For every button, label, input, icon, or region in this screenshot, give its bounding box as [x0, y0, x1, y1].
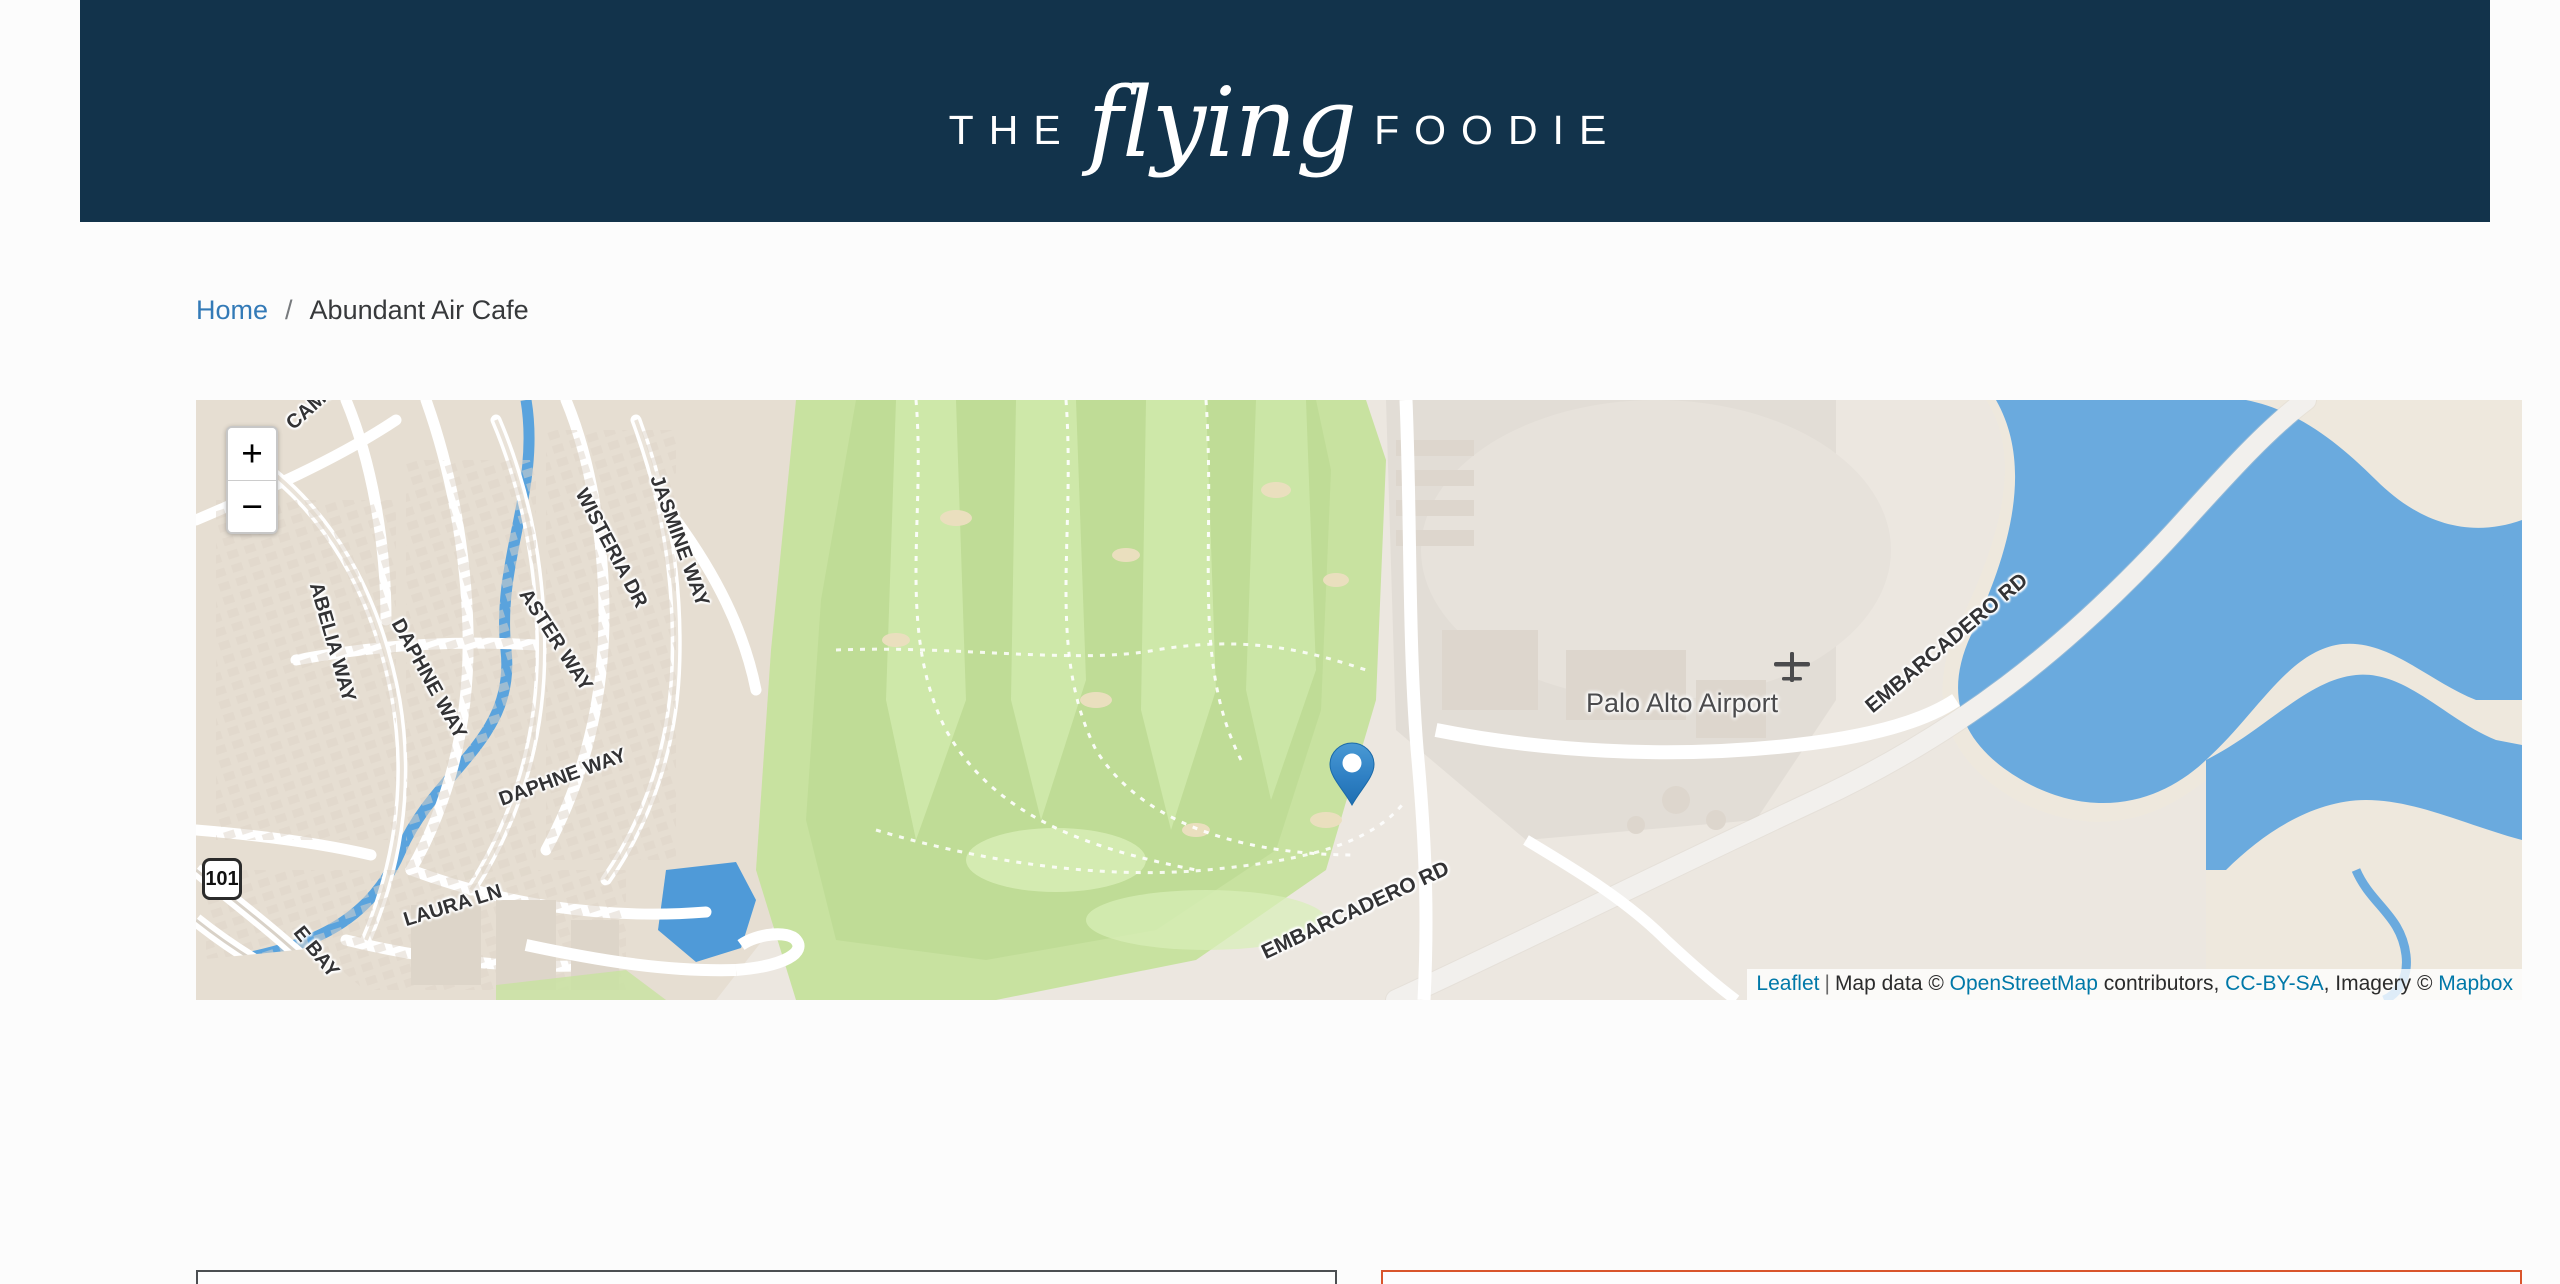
map-marker-pin[interactable] [1329, 742, 1375, 806]
attribution-separator: | [1824, 972, 1830, 995]
site-logo[interactable]: THE flying FOODIE [948, 68, 1622, 171]
map-poi-label: Palo Alto Airport [1586, 688, 1779, 718]
attribution-contributors: contributors, [2103, 972, 2220, 995]
map-zoom-in-button[interactable]: + [228, 428, 276, 480]
airplane-icon [1774, 652, 1811, 682]
map-tile-canvas[interactable] [196, 400, 2522, 1000]
attribution-link-leaflet[interactable]: Leaflet [1756, 972, 1819, 995]
reviews-panel: REVIEWS Steve May 26, 2018 [1381, 1270, 2522, 1284]
map-zoom-controls[interactable]: + − [226, 426, 278, 534]
page-root: THE flying FOODIE Home / Abundant Air Ca… [0, 0, 2560, 1284]
map-poi-palo-alto-airport: Palo Alto Airport [1586, 650, 1888, 718]
map-tiles-svg [196, 400, 2522, 1000]
detail-panels: ABUNDANT AIR CAFE [196, 1270, 2522, 1284]
content-area: Home / Abundant Air Cafe ABELIA WAY DAPH… [80, 230, 2522, 1284]
map-zoom-out-button[interactable]: − [228, 480, 276, 532]
leaflet-map[interactable]: CAMELLIA DR ABELIA WAY DAPHNE WAY ASTER … [196, 400, 2522, 1000]
logo-prefix: THE [948, 106, 1076, 153]
attribution-link-cc-by-sa[interactable]: CC-BY-SA [2225, 972, 2323, 995]
logo-script-word: flying [1087, 66, 1357, 179]
attribution-link-mapbox[interactable]: Mapbox [2438, 972, 2513, 995]
breadcrumb-current: Abundant Air Cafe [309, 294, 529, 325]
restaurant-panel: ABUNDANT AIR CAFE [196, 1270, 1337, 1284]
highway-shield-101: 101 [202, 858, 242, 900]
attribution-link-openstreetmap[interactable]: OpenStreetMap [1950, 972, 2098, 995]
logo-suffix: FOODIE [1374, 106, 1622, 153]
breadcrumb-link-home[interactable]: Home [196, 295, 268, 326]
site-header: THE flying FOODIE [80, 0, 2490, 222]
attribution-map-data: Map data © [1834, 972, 1944, 995]
breadcrumb: Home / Abundant Air Cafe [196, 292, 529, 328]
map-attribution: Leaflet | Map data © OpenStreetMap contrib… [1747, 969, 2522, 1000]
attribution-imagery: , Imagery © [2323, 972, 2433, 995]
breadcrumb-separator: / [285, 294, 293, 325]
